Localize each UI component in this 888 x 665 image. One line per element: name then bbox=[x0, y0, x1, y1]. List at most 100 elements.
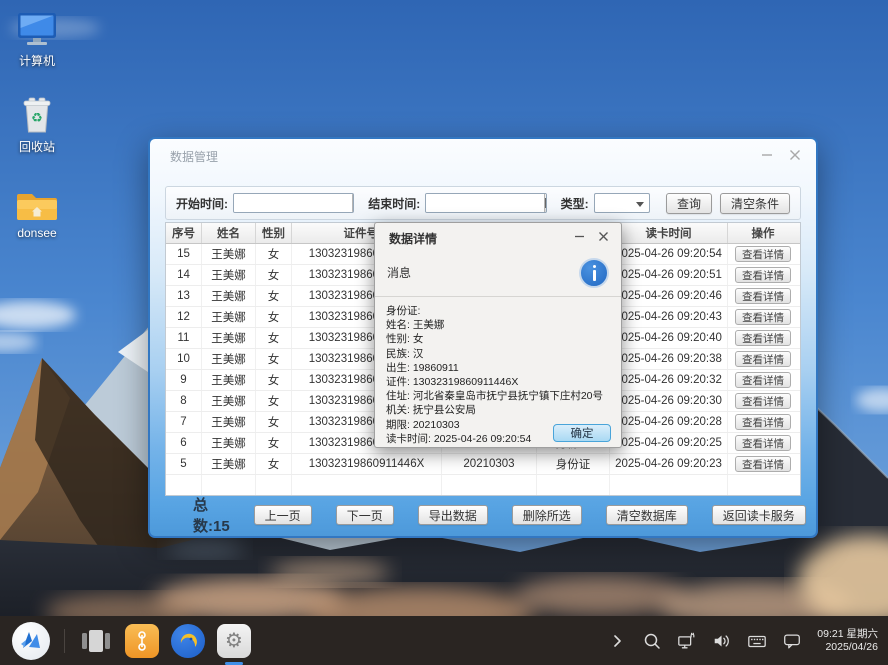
cell-name: 王美娜 bbox=[202, 454, 256, 474]
cell-no: 11 bbox=[166, 328, 202, 348]
cell-read-time: 2025-04-26 09:20:32 bbox=[610, 370, 728, 390]
cell-gender: 女 bbox=[256, 412, 292, 432]
cell-operation: 查看详情 bbox=[728, 244, 798, 264]
cell-operation: 查看详情 bbox=[728, 391, 798, 411]
network-icon[interactable] bbox=[677, 631, 697, 651]
launcher-icon[interactable] bbox=[12, 622, 50, 660]
clear-conditions-button[interactable]: 清空条件 bbox=[720, 193, 790, 214]
start-calendar-icon[interactable] bbox=[352, 194, 354, 212]
cell-operation: 查看详情 bbox=[728, 307, 798, 327]
delete-selected-button[interactable]: 删除所选 bbox=[512, 505, 582, 525]
table-row[interactable]: 5 王美娜 女 13032319860911446X 20210303 身份证 … bbox=[166, 454, 800, 475]
cell-operation: 查看详情 bbox=[728, 370, 798, 390]
cell-no: 12 bbox=[166, 307, 202, 327]
cell-operation: 查看详情 bbox=[728, 412, 798, 432]
cell-read-time: 2025-04-26 09:20:40 bbox=[610, 328, 728, 348]
cell-read-time: 2025-04-26 09:20:38 bbox=[610, 349, 728, 369]
return-card-service-button[interactable]: 返回读卡服务 bbox=[712, 505, 806, 525]
search-icon[interactable] bbox=[642, 631, 662, 651]
cell-gender: 女 bbox=[256, 454, 292, 474]
desktop-icon-computer[interactable]: 计算机 bbox=[8, 12, 66, 69]
view-details-button[interactable]: 查看详情 bbox=[735, 456, 791, 472]
gear-icon: ⚙ bbox=[225, 631, 243, 651]
ok-button[interactable]: 确定 bbox=[553, 424, 611, 442]
cell-name: 王美娜 bbox=[202, 433, 256, 453]
col-header-name: 姓名 bbox=[202, 223, 256, 243]
cell-name: 王美娜 bbox=[202, 307, 256, 327]
cell-gender: 女 bbox=[256, 265, 292, 285]
browser-icon[interactable] bbox=[171, 624, 205, 658]
cell-no: 7 bbox=[166, 412, 202, 432]
desktop-icon-recycle-bin[interactable]: ♻ 回收站 bbox=[8, 96, 66, 155]
export-data-button[interactable]: 导出数据 bbox=[418, 505, 488, 525]
tray-expand-chevron-icon[interactable] bbox=[607, 631, 627, 651]
detail-line: 姓名: 王美娜 bbox=[386, 318, 615, 332]
view-details-button[interactable]: 查看详情 bbox=[735, 351, 791, 367]
view-details-button[interactable]: 查看详情 bbox=[735, 288, 791, 304]
window-close-icon[interactable] bbox=[786, 147, 804, 163]
cell-name: 王美娜 bbox=[202, 265, 256, 285]
view-details-button[interactable]: 查看详情 bbox=[735, 330, 791, 346]
file-manager-icon[interactable] bbox=[125, 624, 159, 658]
query-button[interactable]: 查询 bbox=[666, 193, 712, 214]
cell-operation: 查看详情 bbox=[728, 286, 798, 306]
end-time-input[interactable] bbox=[426, 194, 544, 212]
detail-line: 机关: 抚宁县公安局 bbox=[386, 403, 615, 417]
message-label: 消息 bbox=[387, 264, 411, 281]
view-details-button[interactable]: 查看详情 bbox=[735, 435, 791, 451]
view-details-button[interactable]: 查看详情 bbox=[735, 372, 791, 388]
dialog-close-icon[interactable] bbox=[595, 228, 611, 244]
next-page-button[interactable]: 下一页 bbox=[336, 505, 394, 525]
end-calendar-icon[interactable] bbox=[544, 194, 546, 212]
total-count-label: 总数:15 bbox=[193, 494, 230, 536]
view-details-button[interactable]: 查看详情 bbox=[735, 246, 791, 262]
view-details-button[interactable]: 查看详情 bbox=[735, 309, 791, 325]
desktop-icon-label: 回收站 bbox=[19, 138, 55, 155]
chevron-down-icon bbox=[636, 202, 644, 207]
volume-icon[interactable] bbox=[712, 631, 732, 651]
end-time-field bbox=[425, 193, 546, 213]
cell-gender: 女 bbox=[256, 328, 292, 348]
dialog-minimize-icon[interactable] bbox=[571, 228, 587, 244]
cell-operation: 查看详情 bbox=[728, 454, 798, 474]
cell-expiry: 20210303 bbox=[442, 454, 537, 474]
cell-read-time: 2025-04-26 09:20:23 bbox=[610, 454, 728, 474]
active-app-indicator bbox=[225, 662, 243, 665]
computer-icon bbox=[15, 12, 59, 48]
view-details-button[interactable]: 查看详情 bbox=[735, 393, 791, 409]
cell-gender: 女 bbox=[256, 370, 292, 390]
desktop-icon-label: donsee bbox=[17, 226, 56, 240]
start-time-input[interactable] bbox=[234, 194, 352, 212]
multitasking-view-icon[interactable] bbox=[79, 624, 113, 658]
window-titlebar: 数据管理 bbox=[150, 139, 816, 171]
taskbar: ⚙ bbox=[0, 616, 888, 665]
cell-no: 6 bbox=[166, 433, 202, 453]
cell-no: 10 bbox=[166, 349, 202, 369]
clear-database-button[interactable]: 清空数据库 bbox=[606, 505, 688, 525]
desktop-icon-donsee-folder[interactable]: donsee bbox=[8, 188, 66, 240]
type-dropdown[interactable] bbox=[594, 193, 650, 213]
cell-name: 王美娜 bbox=[202, 391, 256, 411]
recycle-bin-icon: ♻ bbox=[16, 96, 58, 134]
cell-gender: 女 bbox=[256, 349, 292, 369]
table-empty-row bbox=[166, 475, 800, 495]
prev-page-button[interactable]: 上一页 bbox=[254, 505, 312, 525]
type-label: 类型: bbox=[561, 195, 589, 212]
cell-operation: 查看详情 bbox=[728, 349, 798, 369]
taskbar-clock[interactable]: 09:21 星期六 2025/04/26 bbox=[817, 628, 878, 654]
filter-bar: 开始时间: 结束时间: 类型: 查询 清空条件 bbox=[165, 186, 801, 220]
dialog-titlebar: 数据详情 bbox=[375, 223, 621, 249]
window-minimize-icon[interactable] bbox=[758, 147, 776, 163]
cell-read-time: 2025-04-26 09:20:43 bbox=[610, 307, 728, 327]
cell-read-time: 2025-04-26 09:20:28 bbox=[610, 412, 728, 432]
view-details-button[interactable]: 查看详情 bbox=[735, 414, 791, 430]
window-footer: 总数:15 上一页 下一页 导出数据 删除所选 清空数据库 返回读卡服务 bbox=[165, 503, 801, 527]
onscreen-keyboard-icon[interactable] bbox=[747, 631, 767, 651]
view-details-button[interactable]: 查看详情 bbox=[735, 267, 791, 283]
notifications-icon[interactable] bbox=[782, 631, 802, 651]
col-header-read-time: 读卡时间 bbox=[610, 223, 728, 243]
cell-operation: 查看详情 bbox=[728, 433, 798, 453]
data-details-dialog: 数据详情 消息 身份证: 姓名: 王美娜 性别: 女 民族: 汉 出生: 198… bbox=[374, 222, 622, 448]
settings-app-icon[interactable]: ⚙ bbox=[217, 624, 251, 658]
start-time-field bbox=[233, 193, 354, 213]
